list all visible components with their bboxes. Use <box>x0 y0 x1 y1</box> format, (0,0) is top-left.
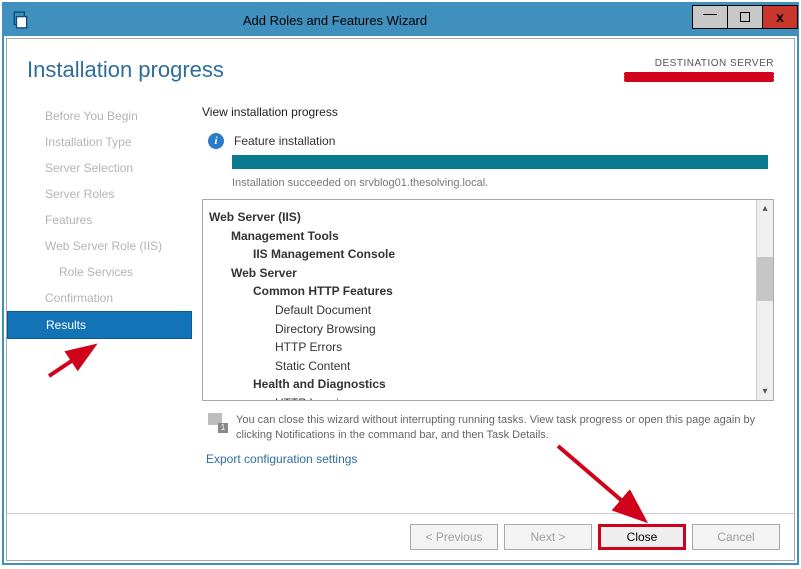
sidebar-item-server-roles: Server Roles <box>7 181 192 207</box>
note-row: 1 You can close this wizard without inte… <box>202 409 774 450</box>
sidebar-item-features: Features <box>7 207 192 233</box>
tree-item: Directory Browsing <box>209 320 750 339</box>
titlebar: Add Roles and Features Wizard — x <box>4 4 797 36</box>
header-row: Installation progress DESTINATION SERVER <box>7 39 794 91</box>
next-button: Next > <box>504 524 592 550</box>
sidebar-item-confirmation: Confirmation <box>7 285 192 311</box>
close-button[interactable]: Close <box>598 524 686 550</box>
content-row: Before You Begin Installation Type Serve… <box>7 91 794 513</box>
wizard-window: Add Roles and Features Wizard — x Instal… <box>2 2 799 565</box>
wizard-body: Installation progress DESTINATION SERVER… <box>6 38 795 561</box>
info-icon: i <box>208 133 224 149</box>
previous-button: < Previous <box>410 524 498 550</box>
scroll-thumb[interactable] <box>757 257 773 301</box>
destination-server-redacted <box>624 69 774 83</box>
scrollbar[interactable]: ▴ ▾ <box>756 200 773 400</box>
tree-item: Management Tools <box>209 227 750 246</box>
sidebar-item-before-you-begin: Before You Begin <box>7 103 192 129</box>
tree-item: Web Server (IIS) <box>209 208 750 227</box>
tree-content: Web Server (IIS)Management ToolsIIS Mana… <box>203 200 756 400</box>
tree-item: Common HTTP Features <box>209 282 750 301</box>
window-title: Add Roles and Features Wizard <box>0 13 692 28</box>
sidebar-item-role-services: Role Services <box>7 259 192 285</box>
sidebar-item-server-selection: Server Selection <box>7 155 192 181</box>
minimize-button[interactable]: — <box>692 5 728 29</box>
flag-icon: 1 <box>208 413 226 431</box>
feature-status-row: i Feature installation <box>202 133 774 149</box>
wizard-footer: < Previous Next > Close Cancel <box>7 513 794 560</box>
scroll-down-icon[interactable]: ▾ <box>757 383 773 400</box>
destination-block: DESTINATION SERVER <box>624 58 774 83</box>
tree-item: Default Document <box>209 301 750 320</box>
export-link[interactable]: Export configuration settings <box>206 452 774 466</box>
feature-label: Feature installation <box>234 134 335 148</box>
page-heading: Installation progress <box>27 57 224 83</box>
window-controls: — x <box>692 11 797 29</box>
tree-item: Health and Diagnostics <box>209 375 750 394</box>
results-tree: Web Server (IIS)Management ToolsIIS Mana… <box>202 199 774 401</box>
sidebar-item-web-server-role: Web Server Role (IIS) <box>7 233 192 259</box>
destination-label: DESTINATION SERVER <box>624 58 774 69</box>
install-status: Installation succeeded on srvblog01.thes… <box>232 177 774 189</box>
view-title: View installation progress <box>202 105 774 119</box>
maximize-button[interactable] <box>727 5 763 29</box>
sidebar-item-installation-type: Installation Type <box>7 129 192 155</box>
tree-item: HTTP Errors <box>209 338 750 357</box>
tree-item: Web Server <box>209 264 750 283</box>
cancel-button: Cancel <box>692 524 780 550</box>
tree-item: HTTP Logging <box>209 394 750 400</box>
progress-bar <box>232 155 768 169</box>
scroll-up-icon[interactable]: ▴ <box>757 200 773 217</box>
close-window-button[interactable]: x <box>762 5 798 29</box>
sidebar-item-results[interactable]: Results <box>7 311 192 339</box>
tree-item: IIS Management Console <box>209 245 750 264</box>
note-text: You can close this wizard without interr… <box>236 413 774 444</box>
tree-item: Static Content <box>209 357 750 376</box>
main-panel: View installation progress i Feature ins… <box>192 91 794 513</box>
wizard-sidebar: Before You Begin Installation Type Serve… <box>7 91 192 513</box>
